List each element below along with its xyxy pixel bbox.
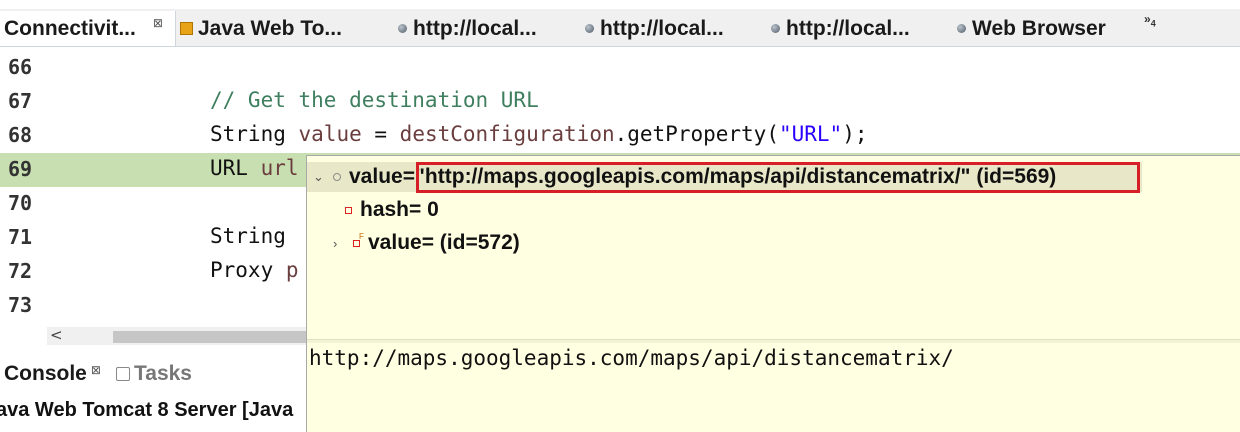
- code-variable: p: [285, 258, 299, 282]
- variable-name: value=: [349, 165, 415, 188]
- tab-label: http://local...: [600, 16, 724, 40]
- field-icon: [333, 173, 341, 181]
- tree-row-value-array[interactable]: › value= (id=572): [333, 228, 520, 258]
- close-tab-icon[interactable]: ⊠: [153, 16, 163, 30]
- overflow-chevron-icon: »: [1144, 12, 1151, 26]
- console-process-label: ava Web Tomcat 8 Server [Java: [0, 399, 294, 421]
- tasks-icon: [116, 367, 130, 381]
- variable-name: hash= 0: [360, 198, 439, 221]
- code-variable: value: [298, 122, 362, 146]
- code-text: String value = destConfiguration.getProp…: [210, 122, 868, 146]
- tab-web-browser[interactable]: Web Browser: [957, 11, 1106, 46]
- close-tab-icon[interactable]: ⊠: [91, 363, 101, 377]
- scrollbar-thumb[interactable]: [113, 331, 307, 343]
- tab-label: http://local...: [413, 16, 537, 40]
- code-comment: // Get the destination URL: [210, 88, 539, 112]
- code-text: Proxy p: [210, 258, 299, 282]
- tab-label: http://local...: [786, 16, 910, 40]
- tab-label: Java Web To...: [198, 16, 342, 40]
- code-text: URL url: [210, 156, 299, 180]
- tab-overflow-button[interactable]: »4: [1144, 12, 1156, 28]
- code-string: "URL": [778, 122, 843, 146]
- popup-sash[interactable]: [307, 339, 1240, 343]
- expand-chevron-icon[interactable]: ⌄: [313, 169, 327, 185]
- code-variable: destConfiguration: [399, 122, 615, 146]
- tab-console[interactable]: Console ⊠: [4, 362, 101, 386]
- variable-inspect-popup[interactable]: ⌄ value= "http://maps.googleapis.com/map…: [306, 155, 1240, 432]
- variable-name: value= (id=572): [368, 231, 520, 254]
- console-tab-bar: Console ⊠ Tasks: [0, 350, 310, 396]
- tab-connectivity[interactable]: Connectivit... ⊠: [0, 11, 176, 46]
- code-keyword: Proxy: [210, 258, 286, 282]
- code-keyword: String: [210, 122, 299, 146]
- browser-dot-icon: [585, 24, 594, 33]
- line-number: 66: [8, 55, 33, 79]
- browser-dot-icon: [771, 24, 780, 33]
- code-operator: =: [361, 122, 400, 146]
- line-number: 68: [8, 123, 33, 147]
- tab-java-web-tomcat[interactable]: Java Web To...: [180, 11, 342, 46]
- variable-tree[interactable]: ⌄ value= "http://maps.googleapis.com/map…: [307, 156, 1240, 339]
- overflow-count: 4: [1150, 18, 1156, 29]
- browser-dot-icon: [398, 24, 407, 33]
- scroll-left-icon[interactable]: <: [50, 326, 63, 344]
- code-variable: url: [260, 156, 299, 180]
- line-number: 67: [8, 89, 33, 113]
- private-field-icon: [345, 206, 352, 214]
- line-number: 71: [8, 225, 33, 249]
- tab-label: Tasks: [134, 362, 192, 385]
- expand-chevron-icon[interactable]: ›: [333, 236, 347, 251]
- line-number: 70: [8, 191, 33, 215]
- tab-browser-2[interactable]: http://local...: [585, 11, 724, 46]
- code-call: .getProperty(: [614, 122, 779, 146]
- line-number: 72: [8, 259, 33, 283]
- server-icon: [180, 22, 193, 35]
- line-number: 69: [8, 157, 33, 181]
- tab-browser-3[interactable]: http://local...: [771, 11, 910, 46]
- tab-bar-top-strip: [0, 0, 1240, 9]
- detail-pane-text[interactable]: http://maps.googleapis.com/maps/api/dist…: [309, 346, 954, 370]
- final-field-icon: [353, 232, 364, 247]
- annotation-highlight-box: [416, 162, 1140, 193]
- code-end: );: [842, 122, 868, 146]
- code-line: 68 String value = destConfiguration.getP…: [0, 119, 1240, 153]
- editor-horizontal-scrollbar[interactable]: <: [47, 326, 307, 345]
- code-line: 66: [0, 51, 1240, 85]
- editor-tab-bar: Connectivit... ⊠ Java Web To... http://l…: [0, 0, 1240, 47]
- tab-tasks[interactable]: Tasks: [116, 362, 192, 386]
- tab-label: Console: [4, 362, 87, 385]
- code-keyword: String: [210, 224, 286, 248]
- line-number: 73: [8, 293, 33, 317]
- tab-label: Connectivit...: [4, 16, 136, 40]
- code-keyword: URL: [210, 156, 261, 180]
- tree-row-hash[interactable]: hash= 0: [339, 195, 439, 225]
- browser-dot-icon: [957, 24, 966, 33]
- code-line: 67 // Get the destination URL: [0, 85, 1240, 119]
- tab-label: Web Browser: [972, 16, 1106, 40]
- tab-browser-1[interactable]: http://local...: [398, 11, 537, 46]
